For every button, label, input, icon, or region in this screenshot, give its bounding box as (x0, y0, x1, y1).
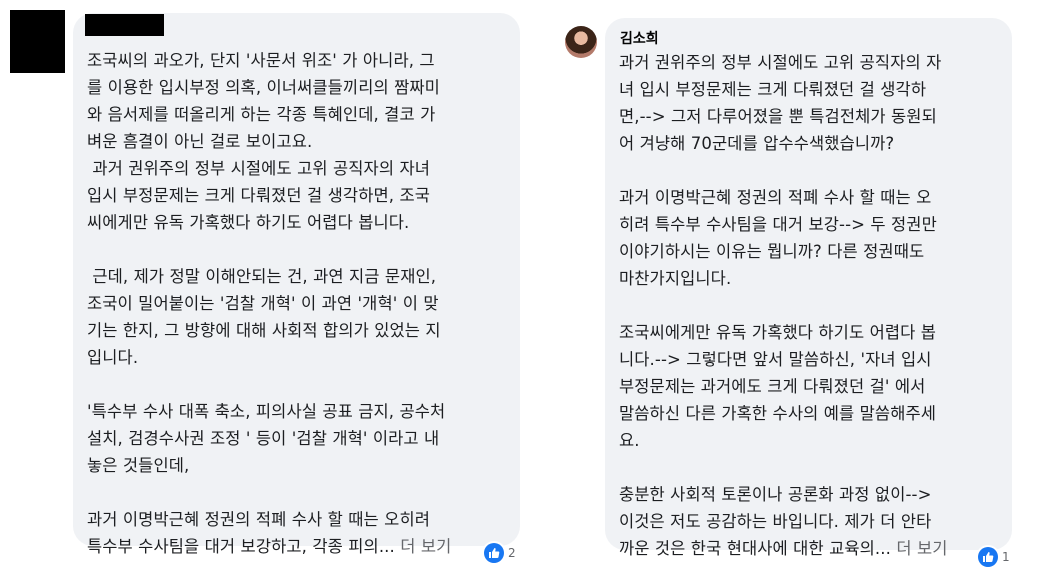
redacted-author-name[interactable] (85, 14, 164, 36)
comment-line: 입니다. (87, 348, 139, 367)
comment-line: 이것은 저도 공감하는 바입니다. 제가 더 안타 (619, 512, 932, 531)
like-icon (484, 543, 504, 563)
comment-line: 조국이 밀어붙이는 '검찰 개혁' 이 과연 '개혁' 이 맞 (87, 294, 439, 313)
comment-line: 놓은 것들인데, (87, 456, 190, 475)
comment-line: 어 겨냥해 70군데를 압수수색했습니까? (619, 134, 895, 153)
comment-line: 과거 권위주의 정부 시절에도 고위 공직자의 자 (619, 53, 942, 72)
comment-line: 면,--> 그저 다루어졌을 뿐 특검전체가 동원되 (619, 107, 937, 126)
comment-line (87, 371, 451, 398)
comment-line (619, 454, 948, 481)
comment-line (87, 236, 451, 263)
comment-line: 근데, 제가 정말 이해안되는 건, 과연 지금 문재인, (87, 267, 437, 286)
comment-line: 니다.--> 그렇다면 앞서 말씀하신, '자녀 입시 (619, 350, 932, 369)
comment-line: 씨에게만 유독 가혹했다 하기도 어렵다 봅니다. (87, 213, 410, 232)
comment-line: 요. (619, 431, 640, 450)
see-more-link[interactable]: 더 보기 (395, 537, 452, 556)
comment-line: 충분한 사회적 토론이나 공론화 과정 없이--> (619, 485, 932, 504)
comment-line: 를 이용한 입시부정 의혹, 이너써클들끼리의 짬짜미 (87, 78, 440, 97)
comment-line: 기는 한지, 그 방향에 대해 사회적 합의가 있었는 지 (87, 321, 441, 340)
profile-photo[interactable] (565, 26, 597, 58)
comment-text-right: 과거 권위주의 정부 시절에도 고위 공직자의 자녀 입시 부정문제는 크게 다… (619, 49, 948, 562)
comment-line: 부정문제는 과거에도 크게 다뤄졌던 걸' 에서 (619, 377, 926, 396)
reaction-summary-left[interactable]: 2 (484, 543, 516, 563)
comment-line: 벼운 흠결이 아닌 걸로 보이고요. (87, 132, 313, 151)
comment-line: 히려 특수부 수사팀을 대거 보강--> 두 정권만 (619, 215, 937, 234)
comment-line: 입시 부정문제는 크게 다뤄졌던 걸 생각하면, 조국 (87, 186, 431, 205)
see-more-link[interactable]: 더 보기 (891, 539, 948, 558)
author-name[interactable]: 김소희 (620, 28, 659, 48)
comment-line (619, 157, 948, 184)
reaction-count: 2 (508, 546, 516, 560)
comment-line (87, 479, 451, 506)
comment-line: 녀 입시 부정문제는 크게 다뤄졌던 걸 생각하 (619, 80, 927, 99)
comment-line: 과거 권위주의 정부 시절에도 고위 공직자의 자녀 (87, 159, 431, 178)
like-icon (978, 547, 998, 567)
comment-line: 마찬가지입니다. (619, 269, 732, 288)
comment-line: 설치, 검경수사권 조정 ' 등이 '검찰 개혁' 이라고 내 (87, 429, 440, 448)
reaction-summary-right[interactable]: 1 (978, 547, 1010, 567)
redacted-avatar[interactable] (10, 10, 65, 73)
comment-line: 와 음서제를 떠올리게 하는 각종 특혜인데, 결코 가 (87, 105, 436, 124)
comment-line: '특수부 수사 대폭 축소, 피의사실 공표 금지, 공수처 (87, 402, 446, 421)
comment-line: 조국씨에게만 유독 가혹했다 하기도 어렵다 봅 (619, 323, 937, 342)
comment-line: 이야기하시는 이유는 뭡니까? 다른 정권때도 (619, 242, 925, 261)
comment-line (619, 292, 948, 319)
comment-line: 조국씨의 과오가, 단지 '사문서 위조' 가 아니라, 그 (87, 51, 435, 70)
comment-line: 과거 이명박근혜 정권의 적폐 수사 할 때는 오 (619, 188, 932, 207)
comment-line: 까운 것은 한국 현대사에 대한 교육의... 더 보기 (619, 539, 948, 558)
comment-line: 과거 이명박근혜 정권의 적폐 수사 할 때는 오히려 (87, 510, 431, 529)
comment-line: 특수부 수사팀을 대거 보강하고, 각종 피의... 더 보기 (87, 537, 452, 556)
reaction-count: 1 (1002, 550, 1010, 564)
comment-line: 말씀하신 다른 가혹한 수사의 예를 말씀해주세 (619, 404, 937, 423)
comment-text-left: 조국씨의 과오가, 단지 '사문서 위조' 가 아니라, 그를 이용한 입시부정… (87, 47, 451, 560)
